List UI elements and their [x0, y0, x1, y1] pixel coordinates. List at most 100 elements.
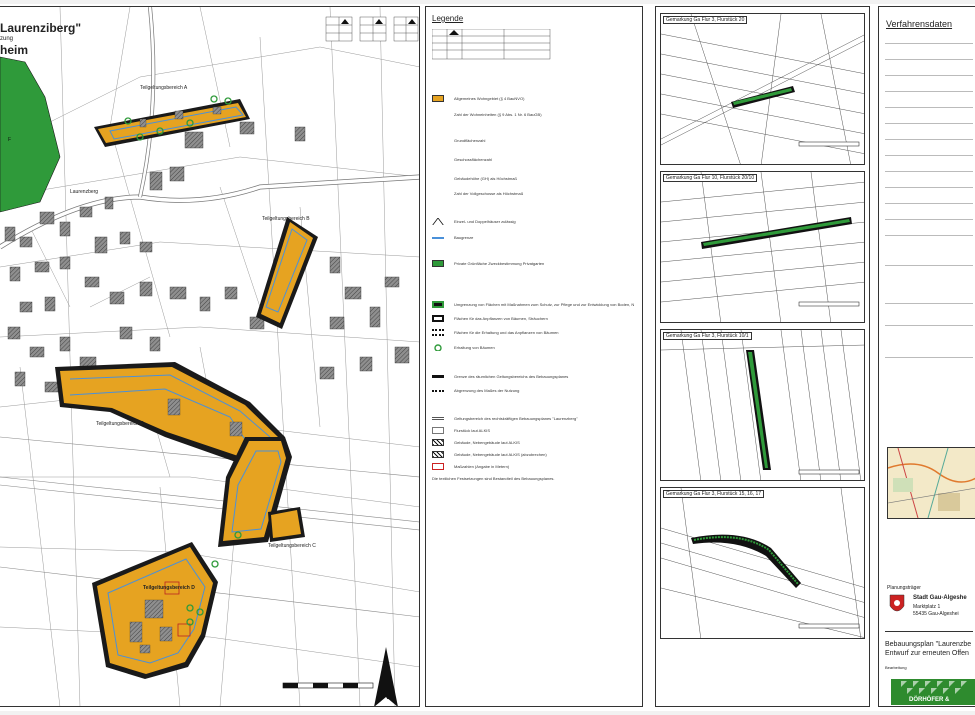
map-title-line2: zung — [0, 36, 14, 42]
detail-label-1: Gemarkung Ga Flur 3, Flurstück 20 — [663, 16, 748, 24]
title-divider — [885, 631, 973, 632]
processing-label: Bearbeitung — [885, 665, 907, 670]
legend-text-15: Abgrenzung des Maßes der Nutzung — [454, 388, 520, 393]
proc-line-8 — [885, 155, 973, 156]
legend-key-table — [432, 29, 551, 60]
detail-label-3: Gemarkung Ga Flur 3, Flurstück 10/1 — [663, 332, 752, 340]
map-title: Laurenziberg" zung heim — [0, 21, 81, 57]
legend-text-1: Allgemeines Wohngebiet (§ 4 BauNVO) — [454, 96, 525, 101]
procedure-panel: Verfahrensdaten Planungsträger Stadt Gau… — [878, 6, 975, 707]
legend-swatch-massnahmen — [432, 301, 444, 308]
city-name: Stadt Gau-Algeshe — [913, 595, 967, 601]
city-street: Marktplatz 1 — [913, 604, 941, 610]
proc-line-5 — [885, 107, 973, 108]
proc-line-16 — [885, 325, 973, 326]
proc-line-12 — [885, 219, 973, 220]
legend-text-5: Gebäudehöhe (GH) als Höchstmaß — [454, 176, 517, 181]
street-label: Laurenzberg — [70, 189, 99, 195]
svg-text:F: F — [8, 137, 11, 143]
legend-text-14: Grenze des räumlichen Geltungsbereichs d… — [454, 374, 569, 379]
legend-text-7: Einzel- und Doppelhäuser zulässig — [454, 219, 516, 224]
legend-text-16: Geltungsbereich des rechtskräftigen Beba… — [454, 416, 578, 421]
proc-line-6 — [885, 123, 973, 124]
owner-label: Planungsträger — [887, 585, 921, 591]
legend-text-18: Gebäude, Nebengebäude laut ALKIS — [454, 440, 520, 445]
legend-swatch-erhaltung — [432, 329, 444, 336]
legend-text-20: Maßzahlen (Angabe in Metern) — [454, 464, 510, 469]
legend-text-19: Gebäude, Nebengebäude laut ALKIS (abzubr… — [454, 452, 547, 457]
legend-swatch-flurstueck — [432, 427, 444, 434]
proc-line-10 — [885, 187, 973, 188]
proc-line-2 — [885, 59, 973, 60]
proc-line-11 — [885, 203, 973, 204]
plan-title: Bebauungsplan "Laurenzbe Entwurf zur ern… — [885, 640, 971, 658]
legend-swatch-abgrenzung — [432, 390, 444, 392]
legend-text-10: Umgrenzung von Flächen mit Maßnahmen zum… — [454, 302, 634, 307]
legend-panel: Legende Allgemeines Wohngebiet (§ 4 BauN… — [425, 6, 643, 707]
proc-line-17 — [885, 357, 973, 358]
overview-map — [887, 447, 975, 519]
legend-text-21: Die textlichen Festsetzungen sind Bestan… — [432, 476, 555, 481]
map-title-line3: heim — [0, 43, 29, 57]
procedure-title: Verfahrensdaten — [886, 19, 953, 29]
proc-line-13 — [885, 235, 973, 236]
legend-text-11: Flächen für das Anpflanzen von Bäumen, S… — [454, 316, 548, 321]
proc-line-4 — [885, 91, 973, 92]
proc-line-14 — [885, 265, 973, 266]
area-b-label: Teilgeltungsbereich B — [262, 216, 310, 222]
legend-text-3: Grundflächenzahl — [454, 138, 486, 143]
map-title-line1: Laurenziberg" — [0, 21, 82, 35]
legend-text-13: Erhaltung von Bäumen — [454, 345, 495, 350]
detail-drawing-2 — [661, 172, 864, 322]
proc-line-7 — [885, 139, 973, 140]
proc-line-9 — [885, 171, 973, 172]
legend-text-8: Baugrenze — [454, 235, 474, 240]
legend-text-17: Flurstück laut ALKIS — [454, 428, 491, 433]
plan-title-line1: Bebauungsplan "Laurenzbe — [885, 641, 972, 648]
legend-text-2: Zahl der Wohneinheiten (§ 9 Abs. 1 Nr. 6… — [454, 112, 542, 117]
company-name: DÖRHÖFER & — [909, 697, 950, 703]
legend-swatch-wa — [432, 95, 444, 102]
city-zip: 55435 Gau-Algeshei — [913, 611, 959, 617]
detail-label-2: Gemarkung Ga Flur 10, Flurstück 20/10 — [663, 174, 758, 182]
legend-swatch-gebaeude — [432, 439, 444, 446]
legend-swatch-baugrenze — [432, 237, 444, 239]
scale-bar — [282, 682, 374, 689]
nutzungsschablone — [325, 16, 419, 42]
legend-text-12: Flächen für die Erhaltung und das Anpfla… — [454, 330, 559, 335]
triangle-icon — [432, 218, 444, 225]
map-drawing: F N — [0, 7, 419, 706]
legend-text-4: Geschossflächenzahl — [454, 157, 493, 162]
tree-circle-icon — [434, 344, 442, 351]
main-map-panel: F N Laurenziberg" zung heim Teilgeltungs… — [0, 6, 420, 707]
detail-label-4: Gemarkung Ga Flur 3, Flurstück 15, 16, 1… — [663, 490, 765, 498]
city-crest-icon — [889, 594, 905, 612]
detail-panel: Gemarkung Ga Flur 3, Flurstück 20 Gemark… — [655, 6, 870, 707]
plan-sheet: F N Laurenziberg" zung heim Teilgeltungs… — [0, 4, 975, 711]
legend-swatch-geltungsbereich — [432, 375, 444, 378]
plan-title-line2: Entwurf zur erneuten Offen — [885, 650, 969, 657]
area-d-label: Teilgeltungsbereich D — [143, 585, 195, 591]
legend-swatch-masszahl — [432, 463, 444, 470]
detail-box-4: Gemarkung Ga Flur 3, Flurstück 15, 16, 1… — [660, 487, 865, 639]
area-a-label: Teilgeltungsbereich A — [140, 85, 188, 91]
svg-text:N: N — [381, 687, 390, 702]
legend-swatch-anpflanzen — [432, 315, 444, 322]
legend-swatch-green — [432, 260, 444, 267]
area-e-label: Teilgeltungsbereich E — [96, 421, 144, 427]
proc-line-15 — [885, 303, 973, 304]
detail-drawing-3 — [661, 330, 864, 480]
proc-line-1 — [885, 43, 973, 44]
detail-box-3: Gemarkung Ga Flur 3, Flurstück 10/1 — [660, 329, 865, 481]
legend-text-9: Private Grünfläche Zweckbestimmung Priva… — [454, 261, 545, 266]
area-c-label: Teilgeltungsbereich C — [268, 543, 316, 549]
legend-swatch-rk-plan — [432, 417, 444, 420]
legend-swatch-gebaeude-abbruch — [432, 451, 444, 458]
detail-drawing-4 — [661, 488, 864, 638]
proc-line-3 — [885, 75, 973, 76]
legend-title: Legende — [432, 14, 464, 23]
legend-text-6: Zahl der Vollgeschosse als Höchstmaß — [454, 191, 524, 196]
detail-drawing-1 — [661, 14, 864, 164]
detail-box-1: Gemarkung Ga Flur 3, Flurstück 20 — [660, 13, 865, 165]
detail-box-2: Gemarkung Ga Flur 10, Flurstück 20/10 — [660, 171, 865, 323]
